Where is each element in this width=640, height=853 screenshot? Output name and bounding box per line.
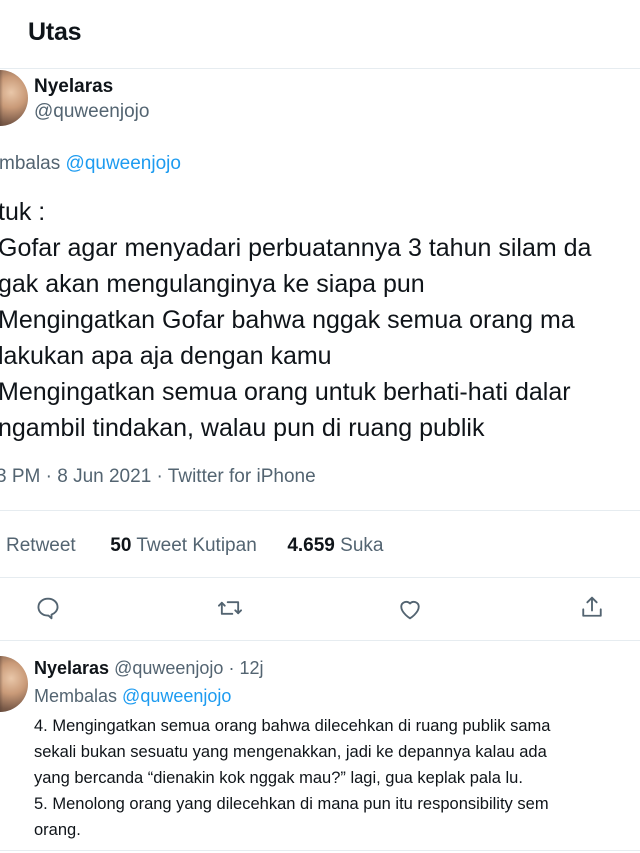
retweet-icon [217,601,243,615]
author-name[interactable]: Nyelaras [34,76,113,98]
reply-line: sekali bukan sesuatu yang mengenakkan, j… [34,743,547,761]
reply-replying-handle[interactable]: @quweenjojo [122,686,231,706]
header-divider [0,68,640,69]
quote-label[interactable]: Tweet Kutipan [136,535,256,556]
reply-avatar[interactable] [0,656,28,712]
tweet-line: Mengingatkan Gofar bahwa nggak semua ora… [0,306,575,334]
reply-author-name[interactable]: Nyelaras [34,658,109,678]
reply-body: 4. Mengingatkan semua orang bahwa dilece… [34,713,550,843]
reply-time[interactable]: · 12j [228,658,263,678]
reply-header: Nyelaras @quweenjojo · 12j [34,658,263,679]
reply-line: 4. Mengingatkan semua orang bahwa dilece… [34,717,551,735]
reply-icon [37,597,59,620]
tweet-line: Gofar agar menyadari perbuatannya 3 tahu… [0,234,592,262]
tweet-line: lakukan apa aja dengan kamu [0,342,332,370]
reply-button[interactable] [34,594,62,627]
replying-to: mbalas @quweenjojo [0,153,181,175]
actions-divider [0,640,640,641]
replying-to-label: mbalas [0,153,61,174]
stats-divider [0,577,640,578]
like-count[interactable]: 4.659 [287,535,335,556]
reply-replying-to: Membalas @quweenjojo [34,686,231,707]
avatar[interactable] [0,70,28,126]
reply-line: 5. Menolong orang yang dilecehkan di man… [34,795,549,813]
like-icon [400,600,420,620]
reply-divider [0,850,640,851]
tweet-line: Mengingatkan semua orang untuk berhati-h… [0,378,571,406]
retweet-stat[interactable]: Retweet [6,535,76,556]
share-icon [582,596,602,617]
reply-author-handle[interactable]: @quweenjojo [114,658,223,678]
quote-count[interactable]: 50 [110,535,131,556]
like-button[interactable] [396,595,424,628]
reply-replying-label: Membalas [34,686,118,706]
reply-line: yang bercanda “dienakin kok nggak mau?” … [34,769,523,787]
tweet-timestamp[interactable]: 3 PM · 8 Jun 2021 · Twitter for iPhone [0,466,316,488]
page-title: Utas [28,18,82,46]
tweet-line: ngambil tindakan, walau pun di ruang pub… [0,414,485,442]
tweet-line: gak akan mengulanginya ke siapa pun [0,270,425,298]
author-handle[interactable]: @quweenjojo [34,101,149,123]
like-label[interactable]: Suka [340,535,383,556]
tweet-body: tuk : Gofar agar menyadari perbuatannya … [0,194,591,446]
retweet-button[interactable] [216,594,244,627]
tweet-line: tuk : [0,198,46,226]
reply-line: orang. [34,821,81,839]
share-button[interactable] [578,593,606,626]
replying-to-handle[interactable]: @quweenjojo [66,153,181,174]
tweet-stats: Retweet 50 Tweet Kutipan 4.659 Suka [6,535,383,557]
meta-divider [0,510,640,511]
